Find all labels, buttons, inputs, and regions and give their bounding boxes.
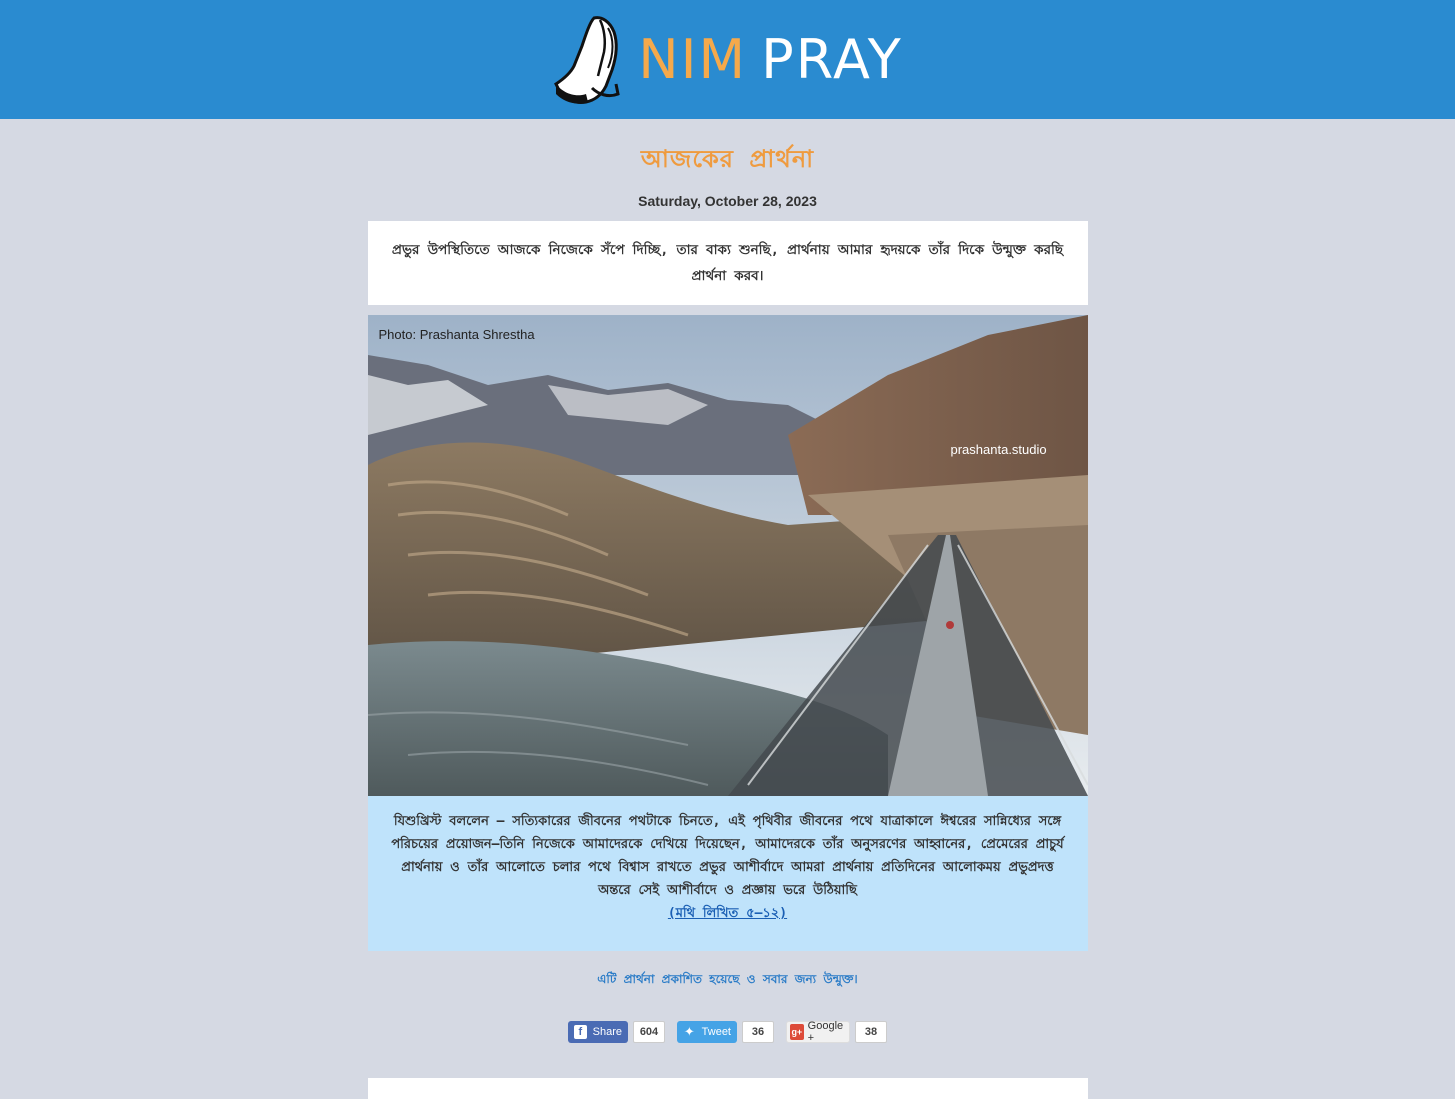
facebook-icon: f [574, 1025, 587, 1039]
google-plus-count: 38 [855, 1021, 887, 1043]
main-content: আজকের প্রার্থনা Saturday, October 28, 20… [367, 141, 1088, 1099]
verse-block: যিশুখ্রিস্ট বললেন – সত্যিকারের জীবনের পথ… [367, 796, 1088, 951]
facebook-share-button[interactable]: f Share [568, 1021, 628, 1043]
page-date: Saturday, October 28, 2023 [638, 193, 817, 209]
facebook-share-count: 604 [633, 1021, 665, 1043]
share-bar: f Share 604 ✦ Tweet 36 g+ Google + 38 [368, 1020, 1088, 1044]
twitter-tweet-label: Tweet [701, 1026, 731, 1038]
google-plus-button[interactable]: g+ Google + [786, 1020, 850, 1044]
site-header: NIM PRAY [0, 0, 1455, 119]
twitter-tweet-button[interactable]: ✦ Tweet [677, 1021, 737, 1043]
featured-photo: Photo: Prashanta Shrestha prashanta.stud… [367, 315, 1088, 796]
site-logo[interactable]: NIM PRAY [552, 14, 903, 106]
google-plus-icon: g+ [790, 1024, 804, 1040]
twitter-share-group: ✦ Tweet 36 [677, 1021, 774, 1043]
praying-hands-icon [554, 15, 620, 104]
photo-credit: Photo: Prashanta Shrestha [378, 327, 535, 342]
bottom-content-box [367, 1078, 1088, 1099]
facebook-share-group: f Share 604 [568, 1021, 665, 1043]
verse-reference-link[interactable]: (মথি লিখিত ৫–১২) [668, 906, 787, 921]
twitter-tweet-count: 36 [742, 1021, 774, 1043]
landscape-image [367, 315, 1088, 796]
google-share-group: g+ Google + 38 [786, 1020, 887, 1044]
footer-note: এটি প্রার্থনা প্রকাশিত হয়েছে ও সবার জন্… [597, 972, 858, 986]
logo-text-nim: NIM [638, 28, 748, 91]
photo-watermark: prashanta.studio [950, 442, 1047, 457]
page-title: আজকের প্রার্থনা [640, 145, 815, 173]
verse-text: যিশুখ্রিস্ট বললেন – সত্যিকারের জীবনের পথ… [391, 814, 1064, 898]
intro-text: প্রভুর উপস্থিতিতে আজকে নিজেকে সঁপে দিচ্ছ… [367, 221, 1088, 305]
facebook-share-label: Share [592, 1026, 622, 1038]
twitter-bird-icon: ✦ [683, 1024, 695, 1039]
logo-text-pray: PRAY [761, 28, 903, 91]
google-plus-label: Google + [807, 1020, 844, 1044]
